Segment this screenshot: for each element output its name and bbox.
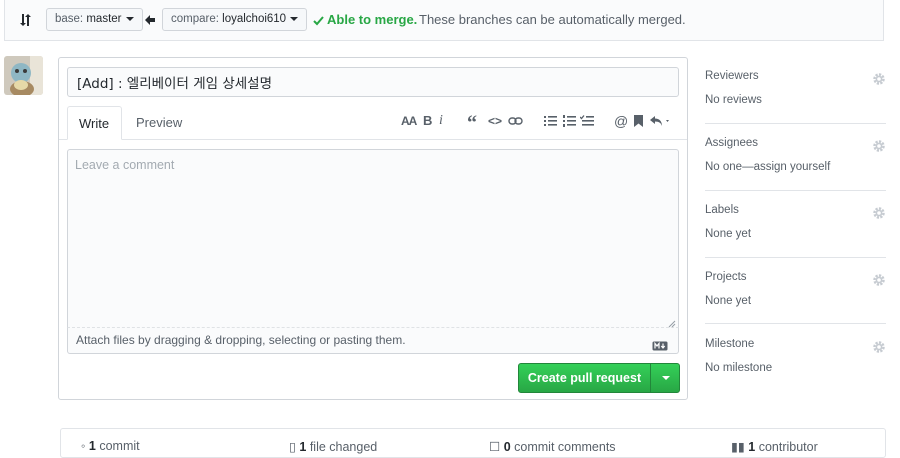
- sidebar-labels: Labels None yet: [705, 204, 886, 258]
- commits-summary[interactable]: ◦ 1 commit: [81, 439, 140, 453]
- tab-preview[interactable]: Preview: [125, 106, 193, 140]
- bookmark-icon[interactable]: [634, 114, 643, 132]
- reviewers-value: No reviews: [705, 94, 762, 106]
- commits-count: 1: [88, 439, 96, 453]
- italic-icon[interactable]: i: [439, 112, 443, 130]
- header-icon[interactable]: AA: [401, 112, 417, 130]
- arrow-left-icon: [145, 14, 155, 28]
- task-list-icon[interactable]: [579, 114, 594, 132]
- comment-placeholder: Leave a comment: [75, 158, 175, 172]
- link-icon[interactable]: [508, 114, 523, 132]
- gear-icon[interactable]: [872, 206, 886, 223]
- comments-count: 0: [503, 440, 511, 454]
- summary-bar: ◦ 1 commit ▯ 1 file changed ☐ 0 commit c…: [60, 428, 886, 458]
- reviewers-heading[interactable]: Reviewers: [705, 70, 759, 82]
- markdown-icon[interactable]: [652, 335, 668, 360]
- compare-prefix: compare:: [171, 13, 219, 25]
- file-diff-icon: ▯: [289, 440, 296, 454]
- check-icon: [313, 15, 324, 29]
- sidebar-projects: Projects None yet: [705, 271, 886, 324]
- sidebar-assignees: Assignees No one—assign yourself: [705, 137, 886, 191]
- comment-textarea[interactable]: Leave a comment: [67, 149, 679, 328]
- milestone-heading[interactable]: Milestone: [705, 338, 754, 350]
- chevron-down-icon: [290, 16, 299, 21]
- gear-icon[interactable]: [872, 139, 886, 156]
- sidebar-milestone: Milestone No milestone: [705, 338, 886, 388]
- comments-label: commit comments: [514, 440, 616, 454]
- gear-icon[interactable]: [872, 72, 886, 89]
- compare-bar: base: master compare: loyalchoi610 Able …: [4, 0, 884, 41]
- commits-label: commit: [99, 439, 140, 453]
- comments-summary[interactable]: ☐ 0 commit comments: [489, 439, 616, 454]
- contributors-count: 1: [748, 440, 756, 454]
- contributors-label: contributor: [758, 440, 818, 454]
- ordered-list-icon[interactable]: [563, 114, 576, 132]
- avatar[interactable]: [4, 56, 43, 95]
- assignees-heading[interactable]: Assignees: [705, 137, 758, 149]
- base-branch-select[interactable]: base: master: [46, 8, 143, 31]
- code-icon[interactable]: <>: [488, 112, 502, 130]
- title-input[interactable]: [67, 67, 679, 97]
- attach-files-text: Attach files by dragging & dropping, sel…: [76, 333, 406, 347]
- create-pull-request-label: Create pull request: [527, 371, 642, 385]
- unordered-list-icon[interactable]: [544, 114, 557, 132]
- contributors-summary[interactable]: ▮▮ 1 contributor: [731, 439, 818, 454]
- assignees-value[interactable]: No one—assign yourself: [705, 161, 830, 173]
- bold-icon[interactable]: B: [423, 112, 432, 130]
- tab-write[interactable]: Write: [67, 106, 122, 140]
- files-count: 1: [299, 440, 307, 454]
- pull-request-form: Write Preview AA B i “ <> @ Leave a comm…: [58, 57, 688, 400]
- merge-message: These branches can be automatically merg…: [419, 12, 686, 27]
- comment-icon: ☐: [489, 440, 501, 454]
- labels-value: None yet: [705, 228, 752, 240]
- chevron-down-icon: [662, 376, 670, 380]
- sidebar-reviewers: Reviewers No reviews: [705, 70, 886, 124]
- chevron-down-icon: [125, 16, 134, 21]
- quote-icon[interactable]: “: [467, 113, 477, 133]
- projects-heading[interactable]: Projects: [705, 271, 747, 283]
- resize-handle-icon[interactable]: [668, 317, 676, 328]
- gear-icon[interactable]: [872, 273, 886, 290]
- base-branch-name: master: [86, 13, 122, 25]
- merge-status: Able to merge.: [327, 12, 418, 27]
- create-pull-request-button[interactable]: Create pull request: [518, 363, 680, 393]
- reply-icon[interactable]: [650, 114, 672, 132]
- attach-files-bar[interactable]: Attach files by dragging & dropping, sel…: [67, 328, 679, 354]
- files-label: file changed: [309, 440, 378, 454]
- compare-arrows-icon: [19, 12, 33, 31]
- commit-icon: ◦: [81, 439, 86, 453]
- compare-branch-name: loyalchoi610: [222, 13, 287, 25]
- compare-branch-select[interactable]: compare: loyalchoi610: [162, 8, 308, 31]
- files-summary[interactable]: ▯ 1 file changed: [289, 439, 377, 454]
- tab-divider: [59, 139, 687, 140]
- mention-icon[interactable]: @: [614, 112, 628, 130]
- people-icon: ▮▮: [731, 440, 745, 454]
- labels-heading[interactable]: Labels: [705, 204, 739, 216]
- gear-icon[interactable]: [872, 340, 886, 357]
- projects-value: None yet: [705, 295, 752, 307]
- create-options-dropdown[interactable]: [651, 364, 680, 392]
- base-prefix: base:: [55, 13, 84, 25]
- milestone-value: No milestone: [705, 362, 773, 374]
